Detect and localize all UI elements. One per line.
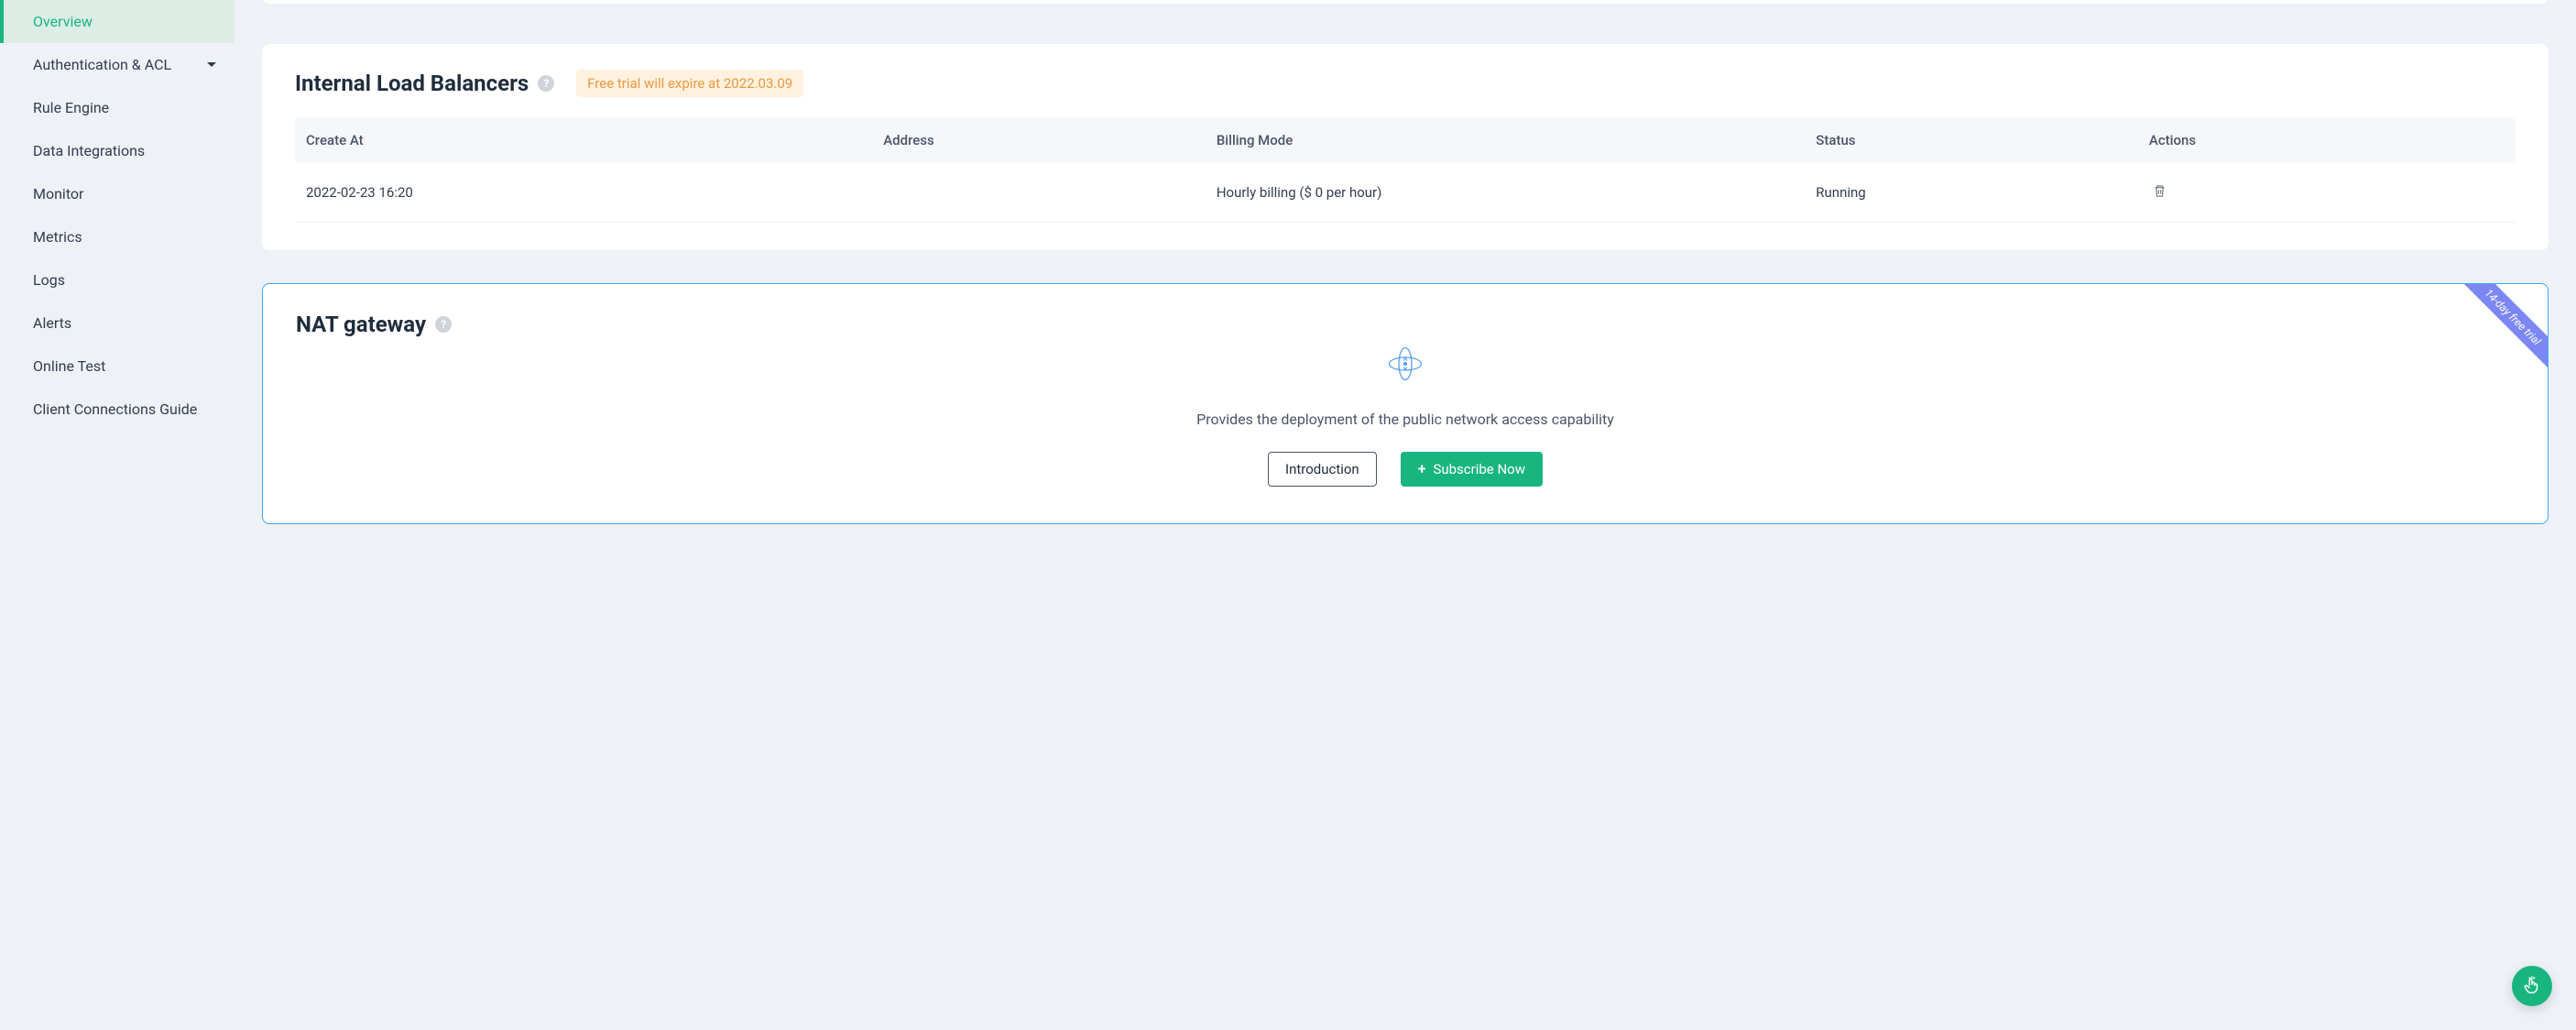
sidebar-item-alerts[interactable]: Alerts	[0, 301, 235, 345]
card-header: Internal Load Balancers ? Free trial wil…	[295, 70, 2516, 97]
nat-description: Provides the deployment of the public ne…	[1196, 411, 1614, 428]
sidebar-item-label: Data Integrations	[33, 142, 145, 159]
ribbon-label: 14-day free trial	[2453, 284, 2548, 377]
sidebar-item-auth-acl[interactable]: Authentication & ACL	[0, 43, 235, 86]
sidebar-item-label: Online Test	[33, 357, 105, 375]
subscribe-label: Subscribe Now	[1433, 461, 1525, 477]
sidebar-item-label: Overview	[33, 13, 93, 30]
col-billing-mode: Billing Mode	[1206, 117, 1805, 163]
chevron-down-icon	[207, 62, 216, 67]
hand-pointer-icon	[2522, 976, 2542, 996]
sidebar: Overview Authentication & ACL Rule Engin…	[0, 0, 235, 1030]
internal-load-balancers-card: Internal Load Balancers ? Free trial wil…	[262, 44, 2549, 250]
table-header-row: Create At Address Billing Mode Status Ac…	[295, 117, 2516, 163]
sidebar-item-label: Alerts	[33, 314, 71, 332]
nat-gateway-card: 14-day free trial NAT gateway ? Provides…	[262, 283, 2549, 524]
sidebar-item-online-test[interactable]: Online Test	[0, 345, 235, 388]
nat-actions: Introduction + Subscribe Now	[1268, 452, 1543, 487]
plus-icon: +	[1418, 462, 1426, 477]
table-row: 2022-02-23 16:20 Hourly billing ($ 0 per…	[295, 163, 2516, 223]
col-actions: Actions	[2138, 117, 2516, 163]
prev-card-bottom	[262, 0, 2549, 4]
sidebar-item-rule-engine[interactable]: Rule Engine	[0, 86, 235, 129]
help-fab-button[interactable]	[2512, 966, 2552, 1006]
sidebar-item-label: Authentication & ACL	[33, 56, 171, 73]
trial-expiry-badge: Free trial will expire at 2022.03.09	[576, 70, 803, 97]
sidebar-item-data-integrations[interactable]: Data Integrations	[0, 129, 235, 172]
sidebar-item-monitor[interactable]: Monitor	[0, 172, 235, 215]
card-title: NAT gateway	[296, 312, 426, 337]
cell-actions	[2138, 163, 2516, 223]
col-create-at: Create At	[295, 117, 872, 163]
sidebar-item-metrics[interactable]: Metrics	[0, 215, 235, 258]
sidebar-item-label: Rule Engine	[33, 99, 109, 116]
sidebar-item-label: Monitor	[33, 185, 83, 203]
main-content: Internal Load Balancers ? Free trial wil…	[235, 0, 2576, 1030]
delete-button[interactable]	[2149, 180, 2170, 205]
cell-billing-mode: Hourly billing ($ 0 per hour)	[1206, 163, 1805, 223]
card-header: NAT gateway ?	[296, 312, 2515, 337]
nat-body: Provides the deployment of the public ne…	[296, 345, 2515, 487]
sidebar-item-overview[interactable]: Overview	[0, 0, 235, 43]
col-address: Address	[872, 117, 1206, 163]
cell-status: Running	[1805, 163, 2138, 223]
sidebar-item-label: Metrics	[33, 228, 82, 246]
sidebar-item-label: Logs	[33, 271, 65, 289]
trash-icon	[2153, 183, 2167, 199]
free-trial-ribbon: 14-day free trial	[2447, 284, 2548, 385]
help-icon[interactable]: ?	[538, 75, 554, 92]
card-title: Internal Load Balancers	[295, 71, 529, 96]
help-icon[interactable]: ?	[435, 316, 452, 333]
col-status: Status	[1805, 117, 2138, 163]
introduction-button[interactable]: Introduction	[1268, 452, 1377, 487]
sidebar-item-client-connections-guide[interactable]: Client Connections Guide	[0, 388, 235, 431]
cell-create-at: 2022-02-23 16:20	[295, 163, 872, 223]
load-balancers-table: Create At Address Billing Mode Status Ac…	[295, 117, 2516, 223]
subscribe-now-button[interactable]: + Subscribe Now	[1401, 452, 1543, 487]
sidebar-item-logs[interactable]: Logs	[0, 258, 235, 301]
sidebar-item-label: Client Connections Guide	[33, 400, 197, 418]
cell-address	[872, 163, 1206, 223]
nat-gateway-icon	[1386, 345, 1424, 387]
